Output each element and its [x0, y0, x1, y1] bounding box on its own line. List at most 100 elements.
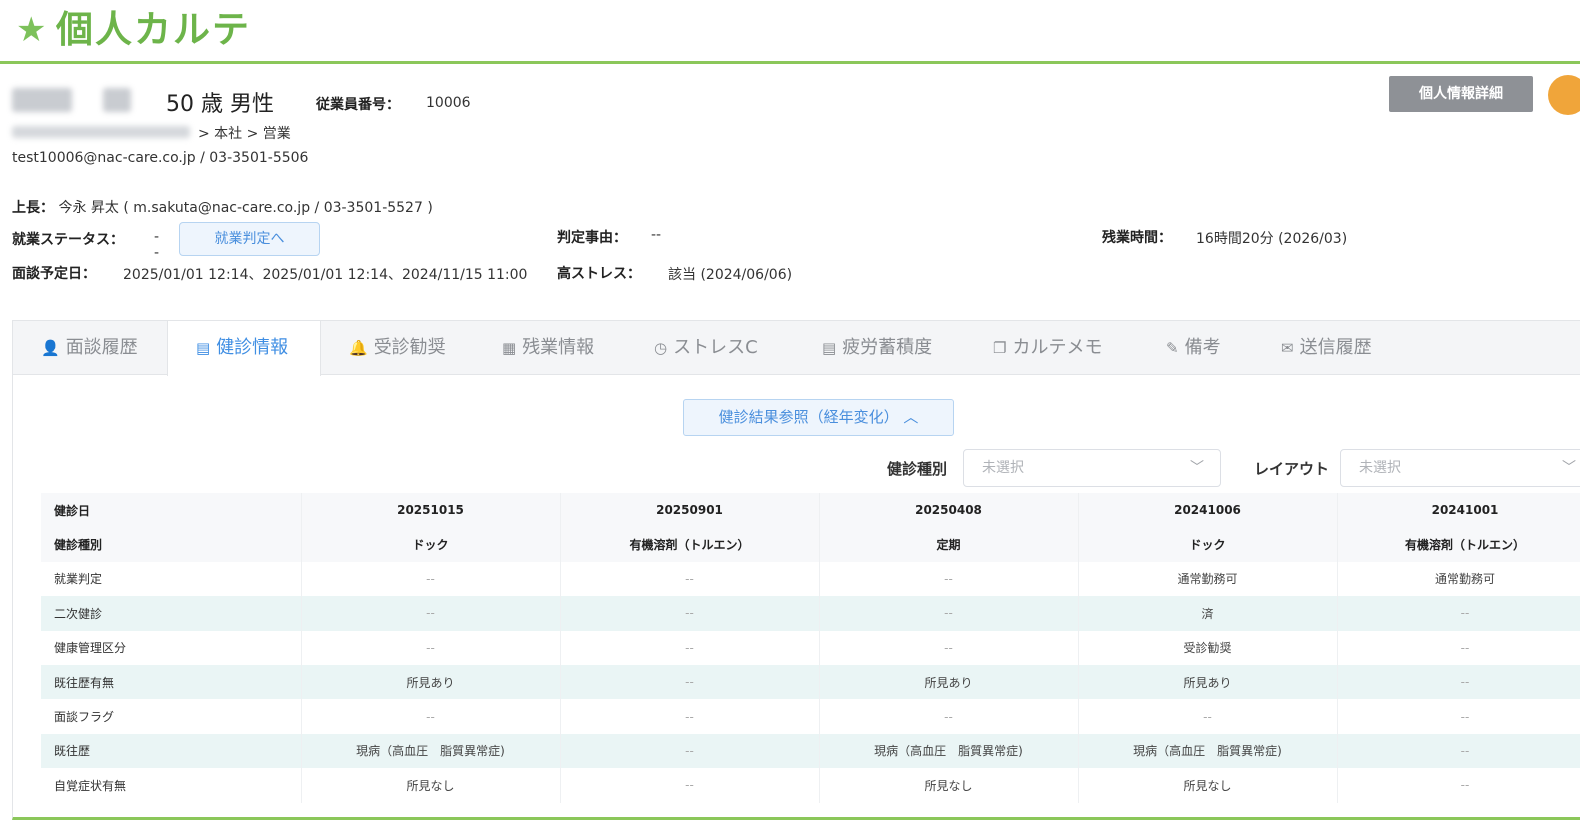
row-label: 既往歴有無	[41, 664, 302, 700]
table-cell: --	[819, 630, 1079, 665]
table-cell: 所見なし	[301, 768, 561, 803]
row-label: 健診種別	[41, 527, 302, 562]
table-row: 面談フラグ -- -- -- -- --	[41, 699, 1580, 734]
layout-select[interactable]: 未選択 ﹀	[1340, 449, 1580, 487]
table-cell: --	[1337, 699, 1580, 734]
table-row: 健診日 20251015 20250901 20250408 20241006 20241…	[41, 493, 1580, 528]
table-cell: --	[560, 664, 820, 700]
employment-status-value: --	[154, 229, 160, 261]
employment-judge-button[interactable]: 就業判定へ	[179, 222, 320, 256]
high-stress-value: 該当 (2024/06/06)	[668, 267, 793, 283]
table-cell: 受診勧奨	[1078, 630, 1338, 665]
table-row: 自覚症状有無 所見なし -- 所見なし 所見なし --	[41, 768, 1580, 803]
tab-label: 受診勧奨	[373, 337, 446, 358]
row-label: 自覚症状有無	[41, 768, 302, 803]
table-cell: --	[301, 561, 561, 597]
tab-label: 残業情報	[522, 337, 595, 358]
high-stress-label: 高ストレス：	[557, 266, 641, 282]
table-cell: --	[819, 561, 1079, 597]
judge-reason-value: --	[651, 227, 662, 243]
tab-label: 疲労蓄積度	[842, 337, 933, 358]
table-cell: 20241001	[1337, 493, 1580, 528]
contact-info: test10006@nac-care.co.jp / 03-3501-5506	[12, 150, 309, 166]
judge-reason-label: 判定事由：	[557, 230, 627, 246]
row-label: 既往歴	[41, 733, 302, 769]
tab-overtime[interactable]: ▦ 残業情報	[502, 321, 594, 375]
table-cell: --	[819, 596, 1079, 631]
document-icon: ▤	[196, 339, 211, 357]
employment-status-label: 就業ステータス：	[12, 232, 124, 248]
table-cell: 20250901	[560, 493, 820, 528]
tab-fatigue[interactable]: ▤ 疲労蓄積度	[822, 321, 932, 375]
tab-stress-check[interactable]: ◷ ストレスC	[654, 321, 758, 375]
tab-label: 面談履歴	[65, 337, 138, 358]
table-cell: 通常勤務可	[1078, 561, 1338, 597]
tab-label: 健診情報	[216, 337, 289, 358]
boss-value: 今永 昇太 ( m.sakuta@nac-care.co.jp / 03-350…	[58, 200, 433, 216]
table-cell: 所見なし	[819, 768, 1079, 803]
table-cell: ドック	[301, 527, 561, 562]
bell-icon: 🔔	[349, 339, 368, 357]
chevron-down-icon: ﹀	[1190, 460, 1204, 476]
table-cell: 所見あり	[301, 664, 561, 700]
table-row: 二次健診 -- -- -- 済 --	[41, 596, 1580, 631]
tab-label: 備考	[1184, 337, 1221, 358]
employee-no: 10006	[426, 95, 471, 111]
table-cell: --	[301, 699, 561, 734]
age-gender: 50 歳 男性	[166, 92, 274, 117]
tab-bar: 👤 面談履歴 ▤ 健診情報 🔔 受診勧奨 ▦ 残業情報 ◷ ストレスC ▤ 疲労蓄積度 ❐ カ…	[13, 321, 1580, 376]
table-cell: --	[1337, 596, 1580, 631]
table-cell: 済	[1078, 596, 1338, 631]
employee-no-label: 従業員番号：	[316, 97, 400, 113]
table-cell: 20241006	[1078, 493, 1338, 528]
personal-detail-button[interactable]: 個人情報詳細	[1389, 76, 1533, 112]
table-cell: --	[1337, 768, 1580, 803]
health-check-table: 健診日 20251015 20250901 20250408 20241006 20241…	[41, 493, 1580, 803]
row-label: 就業判定	[41, 561, 302, 597]
table-row: 就業判定 -- -- -- 通常勤務可 通常勤務可	[41, 561, 1580, 597]
tab-recommendation[interactable]: 🔔 受診勧奨	[349, 321, 446, 375]
tab-panel: 👤 面談履歴 ▤ 健診情報 🔔 受診勧奨 ▦ 残業情報 ◷ ストレスC ▤ 疲労蓄積度 ❐ カ…	[12, 320, 1580, 820]
avatar[interactable]	[1548, 75, 1580, 115]
tab-label: 送信履歴	[1299, 337, 1372, 358]
table-cell: --	[1337, 733, 1580, 769]
profile-section: 50 歳 男性 従業員番号： 10006 > 本社 > 営業 test10006…	[0, 66, 1580, 316]
tab-send-history[interactable]: ✉ 送信履歴	[1281, 321, 1372, 375]
table-cell: --	[1337, 664, 1580, 700]
table-row: 健康管理区分 -- -- -- 受診勧奨 --	[41, 630, 1580, 665]
table-cell: --	[819, 699, 1079, 734]
tab-interview-history[interactable]: 👤 面談履歴	[41, 321, 138, 375]
page-header: ★ 個人カルテ	[0, 0, 1580, 64]
tab-karte-memo[interactable]: ❐ カルテメモ	[993, 321, 1102, 375]
table-cell: 所見なし	[1078, 768, 1338, 803]
table-cell: 20251015	[301, 493, 561, 528]
table-cell: --	[301, 596, 561, 631]
tab-health-check[interactable]: ▤ 健診情報	[167, 321, 321, 376]
name-redacted	[12, 88, 72, 112]
page-title: 個人カルテ	[56, 8, 251, 51]
person-icon: 👤	[41, 339, 60, 357]
health-result-history-button[interactable]: 健診結果参照（経年変化） ︿	[683, 399, 954, 436]
table-cell: --	[301, 630, 561, 665]
table-cell: --	[560, 630, 820, 665]
department-path: > 本社 > 営業	[198, 126, 291, 142]
name-redacted	[103, 88, 131, 112]
table-cell: --	[560, 733, 820, 769]
table-cell: 現病（高血圧 脂質異常症)	[1078, 733, 1338, 769]
health-type-label: 健診種別	[887, 460, 948, 478]
table-cell: --	[560, 699, 820, 734]
result-button-label: 健診結果参照（経年変化）	[718, 408, 899, 426]
tab-notes[interactable]: ✎ 備考	[1166, 321, 1221, 375]
document-icon: ▤	[822, 339, 837, 357]
boss-label: 上長：	[12, 200, 54, 216]
health-type-select[interactable]: 未選択 ﹀	[963, 449, 1221, 487]
company-redacted	[12, 126, 190, 138]
interview-date-value: 2025/01/01 12:14、2025/01/01 12:14、2024/1…	[123, 267, 528, 283]
chevron-up-icon: ︿	[903, 408, 919, 426]
row-label: 二次健診	[41, 596, 302, 631]
select-value: 未選択	[982, 460, 1024, 476]
table-cell: 所見あり	[1078, 664, 1338, 700]
table-cell: 現病（高血圧 脂質異常症)	[819, 733, 1079, 769]
row-label: 健診日	[41, 493, 302, 528]
tab-label: ストレスC	[673, 337, 758, 358]
